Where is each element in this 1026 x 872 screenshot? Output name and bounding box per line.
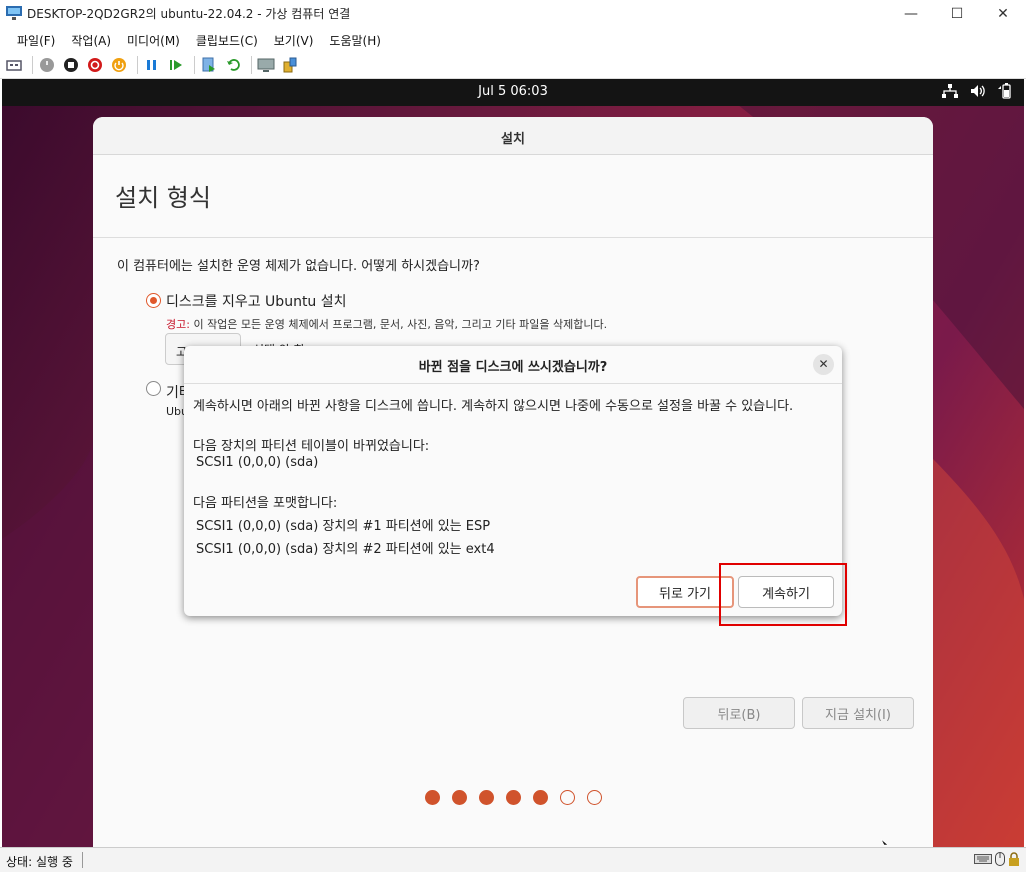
system-tray[interactable] [942,83,1012,99]
save-icon [112,58,126,72]
divider [93,237,933,238]
status-text: 상태: 실행 중 [6,855,73,869]
volume-icon [971,85,985,97]
option-erase-disk-label[interactable]: 디스크를 지우고 Ubuntu 설치 [166,291,347,311]
warning-text: 이 작업은 모든 운영 체제에서 프로그램, 문서, 사진, 음악, 그리고 기… [189,318,608,331]
resume-icon [170,60,182,70]
pause-icon [147,60,156,70]
pause-button[interactable] [142,55,162,75]
mouse-cursor-icon [880,839,889,846]
dialog-intro: 계속하시면 아래의 바뀐 사항을 디스크에 씁니다. 계속하지 않으시면 나중에… [193,399,794,414]
network-icon [942,84,958,98]
vm-connection-window: DESKTOP-2QD2GR2의 ubuntu-22.04.2 - 가상 컴퓨터… [0,0,1026,872]
radio-erase-disk[interactable] [146,293,161,308]
menu-view[interactable]: 보기(V) [266,32,322,49]
turn-off-button[interactable] [61,55,81,75]
vm-connect-icon [6,6,22,20]
share-icon [283,57,297,73]
page-title: 설치 형식 [115,184,211,212]
keyboard-icon [974,854,992,864]
option-something-else-desc: Ubu [166,405,184,418]
enhanced-session-button[interactable] [256,55,276,75]
install-question: 이 컴퓨터에는 설치한 운영 체제가 없습니다. 어떻게 하시겠습니까? [117,259,480,274]
shut-down-icon [88,58,102,72]
install-now-button[interactable]: 지금 설치(I) [802,697,914,729]
mouse-icon [995,852,1005,866]
progress-dot [506,790,521,805]
toolbar-separator [137,56,138,74]
status-bar: 상태: 실행 중 [0,847,1026,872]
checkpoint-button[interactable] [199,55,219,75]
start-button[interactable] [37,55,57,75]
partition-table-heading: 다음 장치의 파티션 테이블이 바뀌었습니다: [193,439,430,454]
enhanced-session-icon [257,58,275,72]
installer-title: 설치 [93,117,933,155]
radio-something-else[interactable] [146,381,161,396]
minimize-icon: — [904,6,918,22]
close-icon: ✕ [818,357,829,371]
revert-button[interactable] [223,55,243,75]
option-something-else-label[interactable]: 기타 [166,382,184,402]
menu-clipboard[interactable]: 클립보드(C) [188,32,266,49]
ctrl-alt-del-icon [6,60,22,71]
shut-down-button[interactable] [85,55,105,75]
resume-button[interactable] [166,55,186,75]
format-heading: 다음 파티션을 포맷합니다: [193,496,338,511]
partition-table-device: SCSI1 (0,0,0) (sda) [196,455,319,470]
dialog-title: 바뀐 점을 디스크에 쓰시겠습니까? [184,346,842,384]
status-separator [82,852,83,868]
vm-display[interactable]: Jul 5 06:03 설치 설치 형식 이 컴퓨터에는 설치한 운영 체제가 … [2,79,1024,847]
toolbar [0,52,1026,79]
status-icons [974,852,1020,866]
progress-dot [452,790,467,805]
toolbar-separator [251,56,252,74]
clock[interactable]: Jul 5 06:03 [2,84,1024,99]
share-button[interactable] [280,55,300,75]
start-icon [40,58,54,72]
save-button[interactable] [109,55,129,75]
highlight-box [719,563,847,626]
title-bar: DESKTOP-2QD2GR2의 ubuntu-22.04.2 - 가상 컴퓨터… [0,0,1026,28]
progress-dot [560,790,575,805]
window-title: DESKTOP-2QD2GR2의 ubuntu-22.04.2 - 가상 컴퓨터… [27,7,351,21]
menu-action[interactable]: 작업(A) [63,32,119,49]
installer-back-button[interactable]: 뒤로(B) [683,697,795,729]
format-item: SCSI1 (0,0,0) (sda) 장치의 #2 파티션에 있는 ext4 [196,542,495,557]
maximize-icon: ☐ [950,6,964,22]
checkpoint-icon [202,57,215,72]
warning-label: 경고: [166,318,190,331]
progress-dot [479,790,494,805]
menu-bar: 파일(F) 작업(A) 미디어(M) 클립보드(C) 보기(V) 도움말(H) [0,28,1026,52]
turn-off-icon [64,58,78,72]
progress-dot [587,790,602,805]
minimize-button[interactable]: — [888,0,934,28]
close-button[interactable]: ✕ [980,0,1026,28]
progress-dot [425,790,440,805]
erase-warning: 경고: 이 작업은 모든 운영 체제에서 프로그램, 문서, 사진, 음악, 그… [166,316,607,332]
ctrl-alt-del-button[interactable] [4,55,24,75]
close-icon: ✕ [997,6,1009,22]
dialog-close-button[interactable]: ✕ [813,354,834,375]
format-item: SCSI1 (0,0,0) (sda) 장치의 #1 파티션에 있는 ESP [196,519,491,534]
toolbar-separator [32,56,33,74]
menu-file[interactable]: 파일(F) [9,32,63,49]
menu-help[interactable]: 도움말(H) [321,32,389,49]
toolbar-separator [194,56,195,74]
battery-icon [998,83,1011,99]
progress-dot [533,790,548,805]
lock-icon [1009,852,1019,866]
maximize-button[interactable]: ☐ [934,0,980,28]
menu-media[interactable]: 미디어(M) [119,32,188,49]
revert-icon [227,59,240,71]
gnome-top-bar: Jul 5 06:03 [2,79,1024,106]
